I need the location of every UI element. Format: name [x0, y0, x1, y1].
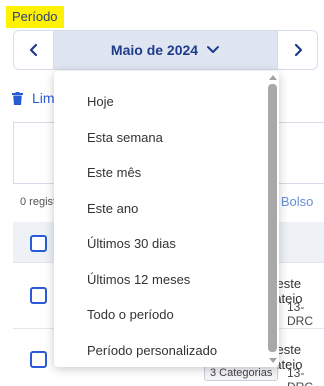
- row-checkbox[interactable]: [30, 287, 47, 304]
- period-option-this-year[interactable]: Este ano: [54, 192, 279, 228]
- row-code: 13-DRC: [287, 366, 313, 386]
- dropdown-scrollbar[interactable]: [268, 75, 277, 363]
- chevron-right-icon: [294, 43, 302, 57]
- next-period-button[interactable]: [277, 31, 317, 69]
- period-option-today[interactable]: Hoje: [54, 85, 279, 121]
- period-select-value: Maio de 2024: [110, 42, 199, 58]
- select-all-checkbox[interactable]: [30, 235, 47, 252]
- period-navigator: Maio de 2024: [13, 30, 318, 70]
- row-checkbox[interactable]: [30, 351, 47, 368]
- period-option-last-30-days[interactable]: Últimos 30 dias: [54, 227, 279, 263]
- period-select[interactable]: Maio de 2024: [54, 31, 277, 69]
- row-code: 13-DRC: [287, 300, 313, 328]
- period-option-custom[interactable]: Período personalizado: [54, 334, 279, 370]
- trash-icon: [12, 91, 23, 105]
- period-option-this-month[interactable]: Este mês: [54, 156, 279, 192]
- previous-period-button[interactable]: [14, 31, 54, 69]
- period-option-last-12-months[interactable]: Últimos 12 meses: [54, 263, 279, 299]
- scroll-up-icon[interactable]: [269, 75, 277, 80]
- scroll-down-icon[interactable]: [269, 358, 277, 363]
- period-filter-label: Período: [6, 6, 64, 28]
- scroll-thumb[interactable]: [268, 84, 277, 352]
- period-dropdown-menu: Hoje Esta semana Este mês Este ano Últim…: [54, 71, 279, 367]
- chevron-left-icon: [29, 43, 37, 57]
- period-option-all-time[interactable]: Todo o período: [54, 298, 279, 334]
- period-option-this-week[interactable]: Esta semana: [54, 121, 279, 157]
- chevron-down-icon: [207, 46, 220, 53]
